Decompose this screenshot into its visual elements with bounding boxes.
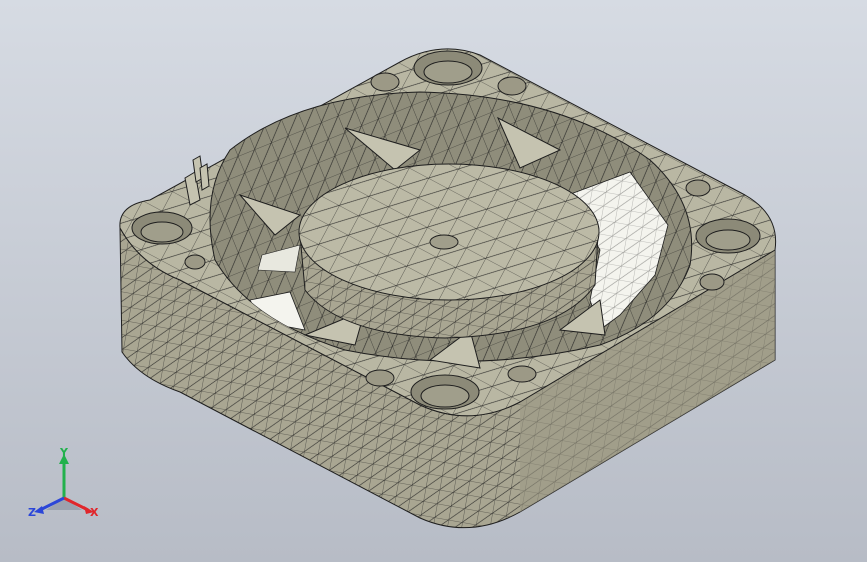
triad-x-label: X	[90, 506, 99, 519]
triad-y-label: Y	[59, 448, 69, 459]
triad-z-label: Z	[28, 506, 36, 519]
hub-center-cap	[429, 234, 459, 250]
fan-model[interactable]	[0, 0, 867, 562]
3d-viewport[interactable]: Y X Z	[0, 0, 867, 562]
coordinate-triad[interactable]: Y X Z	[24, 448, 104, 528]
